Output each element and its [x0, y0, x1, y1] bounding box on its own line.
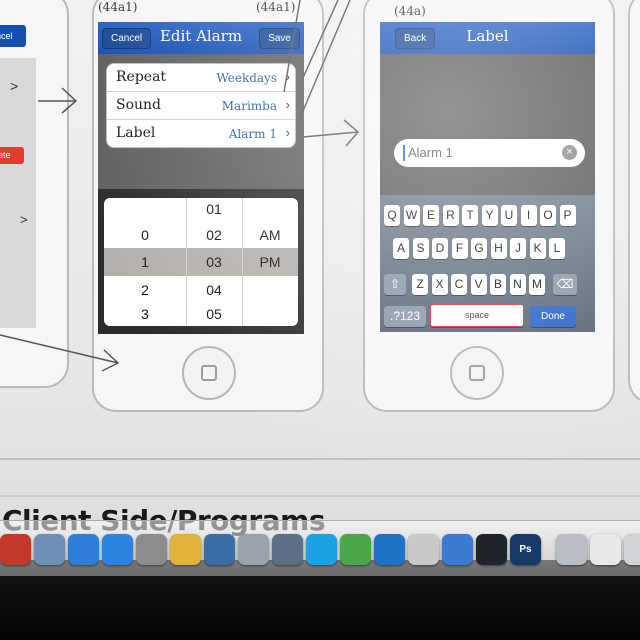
dock-trash-icon[interactable] — [624, 534, 640, 565]
dock-simulator-icon[interactable] — [442, 534, 473, 565]
dock-xcode-icon[interactable] — [204, 534, 235, 565]
dock-downloads-icon[interactable] — [556, 534, 587, 565]
dock-itunes-icon[interactable] — [68, 534, 99, 565]
dock-chrome-icon[interactable] — [170, 534, 201, 565]
flow-arrows — [0, 0, 360, 372]
dock-teamviewer-icon[interactable] — [374, 534, 405, 565]
desktop-screen: ncel > ete > (44a1) (44a1) Cancel Edit A… — [0, 0, 640, 560]
dock-preview-icon[interactable] — [272, 534, 303, 565]
mac-dock: Ps — [0, 520, 640, 576]
dock-iphoto-icon[interactable] — [34, 534, 65, 565]
dock-iphone-simulator-icon[interactable] — [476, 534, 507, 565]
dock-skype-icon[interactable] — [306, 534, 337, 565]
divider-line — [0, 495, 640, 497]
monitor-bezel — [0, 576, 640, 640]
arrow-to-edit-alarm — [38, 87, 78, 114]
dock-photoshop-icon[interactable]: Ps — [510, 534, 541, 565]
arrow-to-label-screen — [302, 119, 360, 147]
sketch-line — [299, 0, 351, 119]
dock-photos-icon[interactable] — [408, 534, 439, 565]
dock-photo-booth-icon[interactable] — [0, 534, 31, 565]
dock-utorrent-icon[interactable] — [340, 534, 371, 565]
dock-documents-icon[interactable] — [590, 534, 621, 565]
dock-image-capture-icon[interactable] — [136, 534, 167, 565]
divider-line — [0, 458, 640, 460]
dock-installer-icon[interactable] — [238, 534, 269, 565]
arrow-bottom-left — [0, 334, 120, 372]
dock-app-store-icon[interactable] — [102, 534, 133, 565]
sketch-line — [283, 0, 301, 93]
